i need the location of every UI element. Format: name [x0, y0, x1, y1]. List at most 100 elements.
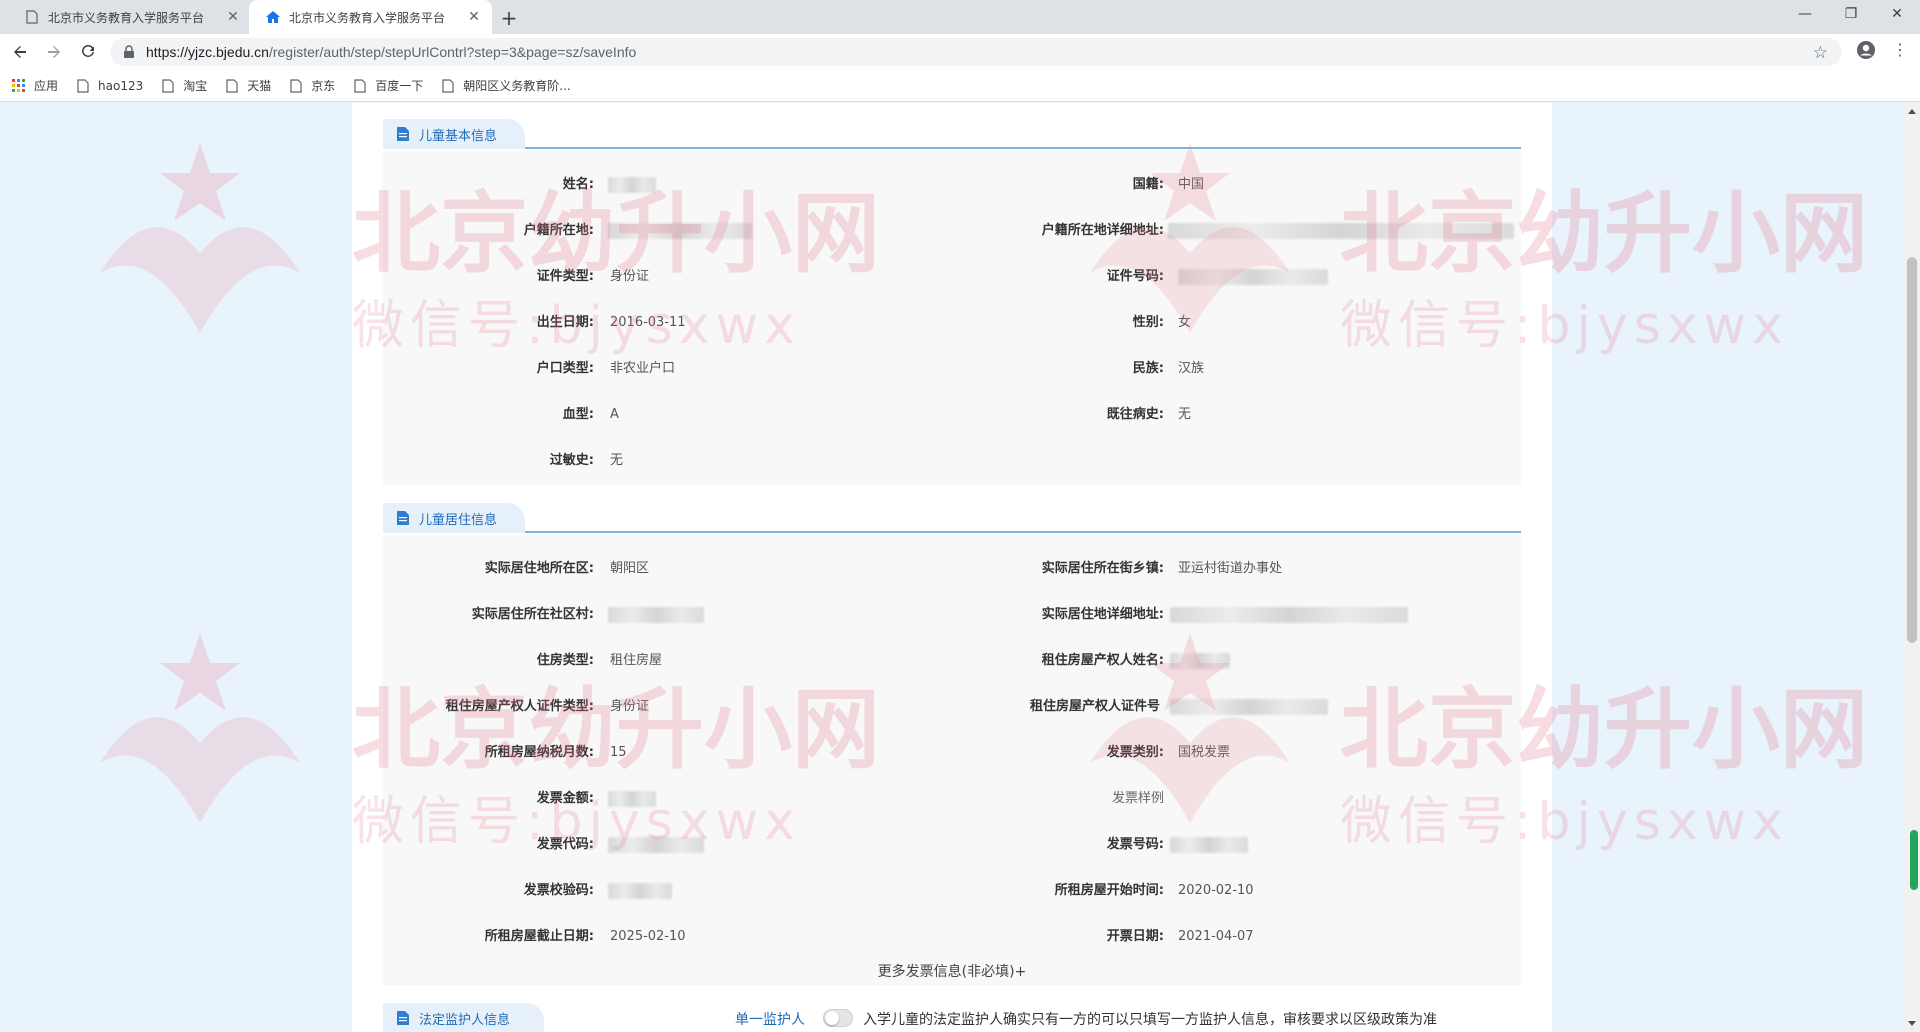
watermark-logo-icon: [100, 143, 300, 333]
redacted-value: [1170, 607, 1408, 623]
rent-start-field: 所租房屋开始时间:: [1054, 883, 1164, 898]
bookmark-chaoyang[interactable]: 朝阳区义务教育阶...: [441, 77, 571, 94]
bookmark-apps[interactable]: 应用: [12, 77, 58, 94]
section-guardian-header: 法定监护人信息 单一监护人 入学儿童的法定监护人确实只有一方的可以只填写一方监护…: [383, 1003, 1521, 1032]
invoice-type-field: 发票类别:: [1106, 745, 1164, 760]
hukou-address-field: 户籍所在地详细地址:: [1041, 223, 1164, 238]
star-icon[interactable]: ☆: [1813, 43, 1828, 63]
owner-name-value: [1170, 651, 1240, 671]
gender-field: 性别:: [1132, 315, 1164, 330]
id-number-field: 证件号码:: [1106, 269, 1164, 284]
scroll-up-arrow-icon[interactable]: [1908, 109, 1916, 114]
owner-id-number-value: [1170, 697, 1330, 717]
bookmark-jd[interactable]: 京东: [289, 77, 335, 94]
hukou-type-field: 户口类型:: [536, 361, 594, 376]
page-icon: [77, 78, 89, 93]
rent-end-value: 2025-02-10: [610, 929, 686, 944]
back-icon[interactable]: [6, 38, 34, 66]
bookmark-hao123[interactable]: hao123: [76, 79, 143, 93]
residence-address-value: [1170, 605, 1410, 625]
document-icon: [397, 127, 409, 141]
document-icon: [397, 1011, 409, 1025]
bookmark-taobao[interactable]: 淘宝: [161, 77, 207, 94]
scroll-down-arrow-icon[interactable]: [1908, 1021, 1916, 1026]
owner-name-field: 租住房屋产权人姓名:: [1041, 653, 1164, 668]
redacted-value: [1170, 653, 1230, 669]
home-icon: [265, 9, 281, 25]
close-window-icon[interactable]: ✕: [1874, 0, 1920, 30]
browser-tab-2[interactable]: 北京市义务教育入学服务平台 ✕: [249, 0, 492, 34]
browser-tab-1[interactable]: 北京市义务教育入学服务平台 ✕: [8, 0, 251, 34]
page-icon: [442, 78, 454, 93]
more-invoice-info-link[interactable]: 更多发票信息(非必填)+: [383, 961, 1521, 981]
scroll-indicator: [1910, 830, 1918, 890]
tab-title: 北京市义务教育入学服务平台: [48, 10, 205, 25]
watermark-subtitle: 微信号:bjysxwx: [352, 792, 801, 852]
tab-title: 北京市义务教育入学服务平台: [289, 10, 446, 25]
minimize-icon[interactable]: —: [1782, 0, 1828, 30]
forward-icon[interactable]: [40, 38, 68, 66]
redacted-value: [1170, 837, 1248, 853]
invoice-check-field: 发票校验码:: [523, 883, 594, 898]
lock-icon: [124, 45, 134, 58]
new-tab-button[interactable]: +: [496, 5, 522, 31]
toggle-knob: [825, 1011, 839, 1025]
single-guardian-toggle[interactable]: [823, 1009, 853, 1027]
address-bar[interactable]: https://yjzc.bjedu.cn/register/auth/step…: [110, 38, 1842, 66]
allergy-value: 无: [610, 453, 624, 468]
section-tab: 法定监护人信息: [383, 1003, 545, 1032]
watermark-subtitle: 微信号:bjysxwx: [1340, 296, 1789, 356]
watermark-title: 北京幼升小网: [352, 182, 881, 285]
watermark-logo-icon: [100, 633, 300, 823]
id-number-value: [1178, 267, 1338, 287]
watermark-subtitle: 微信号:bjysxwx: [352, 296, 801, 356]
reload-icon[interactable]: [74, 38, 102, 66]
page-icon: [24, 9, 40, 25]
document-icon: [397, 511, 409, 525]
section-title: 法定监护人信息: [419, 1012, 511, 1028]
profile-icon[interactable]: [1856, 40, 1876, 60]
medical-history-value: 无: [1178, 407, 1192, 422]
page-icon: [290, 78, 302, 93]
redacted-value: [1178, 269, 1328, 285]
residence-district-value: 朝阳区: [610, 561, 650, 576]
invoice-sample-link[interactable]: 发票样例: [1108, 789, 1164, 809]
residence-address-field: 实际居住地详细地址:: [1041, 607, 1164, 622]
scrollbar-thumb[interactable]: [1907, 257, 1917, 643]
browser-tab-bar: 北京市义务教育入学服务平台 ✕ 北京市义务教育入学服务平台 ✕ + — ❐ ✕: [0, 0, 1920, 34]
blood-type-value: A: [610, 407, 619, 422]
invoice-check-value: [608, 881, 678, 901]
page-viewport: 儿童基本信息 姓名: 国籍: 中国 户籍所在地: 户籍所在地详细地址: 证件类型…: [0, 103, 1904, 1032]
more-menu-icon[interactable]: ⋮: [1892, 40, 1908, 64]
invoice-number-field: 发票号码:: [1106, 837, 1164, 852]
watermark-title: 北京幼升小网: [352, 678, 881, 781]
ethnic-value: 汉族: [1178, 361, 1205, 376]
owner-id-number-field: 租住房屋产权人证件号: [1029, 699, 1160, 714]
issue-date-field: 开票日期:: [1106, 929, 1164, 944]
redacted-value: [608, 883, 672, 899]
watermark-title: 北京幼升小网: [1340, 182, 1869, 285]
hukou-type-value: 非农业户口: [610, 361, 676, 376]
rent-start-value: 2020-02-10: [1178, 883, 1254, 898]
medical-history-field: 既往病史:: [1106, 407, 1164, 422]
allergy-field: 过敏史:: [549, 453, 594, 468]
apps-grid-icon: [12, 78, 25, 92]
section-tab: 儿童基本信息: [383, 119, 526, 149]
section-title: 儿童居住信息: [419, 512, 498, 528]
section-child-basic-header: 儿童基本信息: [383, 119, 1521, 149]
guardian-note: 入学儿童的法定监护人确实只有一方的可以只填写一方监护人信息，审核要求以区级政策为…: [863, 1012, 1437, 1028]
invoice-number-value: [1170, 835, 1250, 855]
redacted-value: [608, 607, 704, 623]
close-icon[interactable]: ✕: [466, 9, 482, 25]
section-tab: 儿童居住信息: [383, 503, 526, 533]
page-scrollbar[interactable]: [1904, 103, 1920, 1032]
bookmark-baidu[interactable]: 百度一下: [353, 77, 423, 94]
residence-street-value: 亚运村街道办事处: [1178, 561, 1283, 576]
bookmarks-bar: 应用 hao123 淘宝 天猫 京东 百度一下 朝阳区义务教育阶...: [0, 70, 1920, 102]
page-icon: [354, 78, 366, 93]
bookmark-tmall[interactable]: 天猫: [225, 77, 271, 94]
blood-type-field: 血型:: [562, 407, 594, 422]
restore-icon[interactable]: ❐: [1828, 0, 1874, 30]
issue-date-value: 2021-04-07: [1178, 929, 1254, 944]
close-icon[interactable]: ✕: [225, 9, 241, 25]
